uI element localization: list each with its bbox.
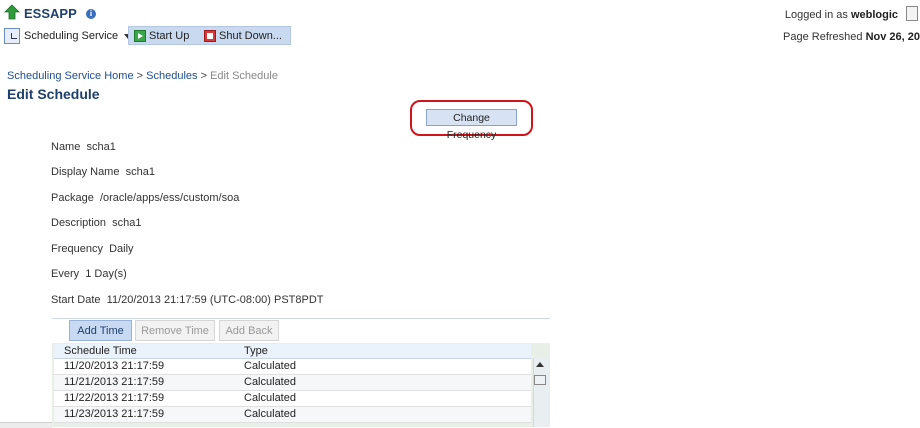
start-up-label: Start Up <box>149 30 190 42</box>
scheduling-service-icon <box>4 28 20 44</box>
scroll-up-icon[interactable] <box>536 362 544 367</box>
start-up-button[interactable]: Start Up <box>134 28 189 44</box>
table-row[interactable]: 11/22/2013 21:17:59 Calculated <box>54 391 531 407</box>
add-time-button[interactable]: Add Time <box>69 320 132 341</box>
page-refreshed-label: Page Refreshed <box>783 31 863 43</box>
frequency-label: Frequency <box>51 243 103 255</box>
add-back-button[interactable]: Add Back <box>219 320 279 341</box>
scheduling-service-label: Scheduling Service <box>24 30 119 42</box>
scrollbar-thumb[interactable] <box>534 375 546 385</box>
package-value: /oracle/apps/ess/custom/soa <box>99 192 240 204</box>
type-cell: Calculated <box>244 392 296 404</box>
schedule-time-cell: 11/21/2013 21:17:59 <box>64 376 165 388</box>
name-label: Name <box>51 141 81 153</box>
display-name-value: scha1 <box>125 166 155 178</box>
every-value: 1 Day(s) <box>85 268 127 280</box>
breadcrumb-separator: > <box>200 70 208 82</box>
schedule-time-cell: 11/22/2013 21:17:59 <box>64 392 165 404</box>
name-field: Name scha1 <box>51 141 116 153</box>
page-refreshed-value: Nov 26, 20 <box>865 31 920 43</box>
logged-in-status: Logged in as weblogic <box>785 9 898 21</box>
table-row[interactable]: 11/21/2013 21:17:59 Calculated <box>54 375 531 391</box>
shut-down-label: Shut Down... <box>219 30 282 42</box>
frequency-field: Frequency Daily <box>51 243 134 255</box>
description-label: Description <box>51 217 107 229</box>
up-arrow-icon[interactable] <box>4 4 20 20</box>
stop-icon <box>204 30 216 42</box>
column-header-type[interactable]: Type <box>244 345 268 357</box>
page-title: Edit Schedule <box>7 86 100 102</box>
package-field: Package /oracle/apps/ess/custom/soa <box>51 192 239 204</box>
shut-down-button[interactable]: Shut Down... <box>204 28 282 44</box>
breadcrumb-home[interactable]: Scheduling Service Home <box>7 70 134 82</box>
scheduling-service-menu[interactable]: Scheduling Service <box>4 27 133 45</box>
schedule-time-cell: 11/20/2013 21:17:59 <box>64 360 165 372</box>
page-refreshed: Page Refreshed Nov 26, 20 <box>783 31 920 43</box>
every-field: Every 1 Day(s) <box>51 268 127 280</box>
breadcrumb: Scheduling Service Home > Schedules > Ed… <box>7 70 278 82</box>
document-icon[interactable] <box>906 6 918 21</box>
username-link[interactable]: weblogic <box>851 9 898 21</box>
horizontal-scrollbar[interactable] <box>0 422 52 428</box>
remove-time-button[interactable]: Remove Time <box>135 320 215 341</box>
type-cell: Calculated <box>244 408 296 420</box>
name-value: scha1 <box>86 141 116 153</box>
every-label: Every <box>51 268 80 280</box>
column-header-schedule-time[interactable]: Schedule Time <box>64 345 137 357</box>
logged-in-label: Logged in as <box>784 9 848 21</box>
breadcrumb-schedules[interactable]: Schedules <box>146 70 197 82</box>
start-date-field: Start Date 11/20/2013 21:17:59 (UTC-08:0… <box>51 294 324 306</box>
breadcrumb-separator: > <box>136 70 144 82</box>
start-date-value: 11/20/2013 21:17:59 (UTC-08:00) PST8PDT <box>106 294 324 306</box>
display-name-label: Display Name <box>51 166 120 178</box>
description-field: Description scha1 <box>51 217 142 229</box>
schedule-time-cell: 11/23/2013 21:17:59 <box>64 408 165 420</box>
breadcrumb-current: Edit Schedule <box>210 70 278 82</box>
frequency-value: Daily <box>109 243 134 255</box>
start-date-label: Start Date <box>51 294 101 306</box>
display-name-field: Display Name scha1 <box>51 166 155 178</box>
change-frequency-button[interactable]: Change Frequency <box>426 109 517 141</box>
table-row[interactable]: 11/20/2013 21:17:59 Calculated <box>54 359 531 375</box>
type-cell: Calculated <box>244 360 296 372</box>
type-cell: Calculated <box>244 376 296 388</box>
table-row[interactable]: 11/23/2013 21:17:59 Calculated <box>54 407 531 423</box>
start-icon <box>134 30 146 42</box>
description-value: scha1 <box>112 217 142 229</box>
package-label: Package <box>51 192 94 204</box>
table-scrollbar[interactable] <box>533 358 549 427</box>
app-name: ESSAPP <box>24 6 77 21</box>
info-icon[interactable]: i <box>86 9 96 19</box>
